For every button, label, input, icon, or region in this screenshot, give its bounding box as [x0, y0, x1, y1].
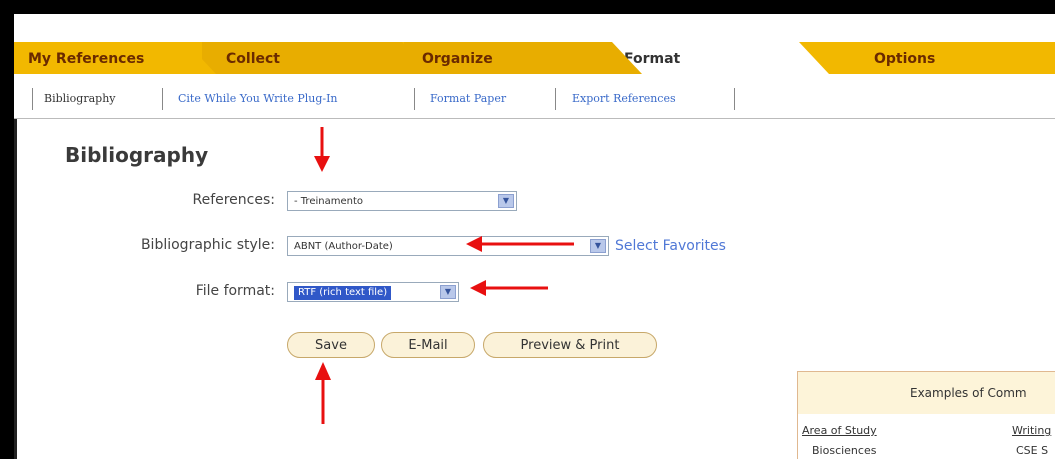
arrow-down-icon: [314, 127, 330, 172]
arrow-left-icon: [466, 236, 574, 252]
arrow-up-icon: [315, 362, 331, 424]
annotation-arrows: [314, 127, 574, 424]
arrow-left-icon: [470, 280, 548, 296]
